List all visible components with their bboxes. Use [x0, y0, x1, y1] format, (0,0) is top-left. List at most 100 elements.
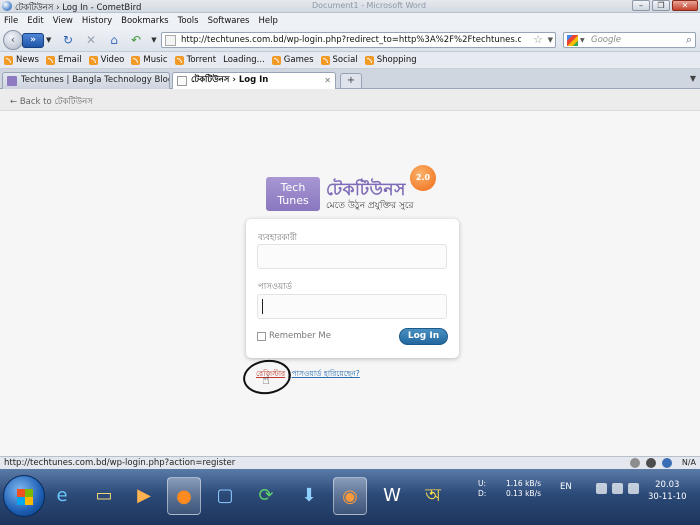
tab-login[interactable]: টেকটিউনস › Log In ✕ [172, 72, 336, 89]
windows-logo-icon [17, 489, 33, 505]
network-icon[interactable] [612, 483, 623, 494]
window-controls: – ❐ ✕ [632, 0, 698, 11]
search-box[interactable]: ▼ Google ⌕ [563, 32, 696, 48]
logo-tagline: মেতে উঠুন প্রযুক্তির সুরে [326, 201, 414, 211]
tab-label: টেকটিউনস › Log In [191, 75, 269, 85]
text-caret [262, 299, 263, 314]
bookmark-video[interactable]: Video [88, 55, 125, 65]
remember-me[interactable]: Remember Me [257, 331, 331, 341]
cometbird-taskbar-icon[interactable]: ◉ [333, 477, 367, 515]
network-speed-meter: U: 1.16 kB/s D: 0.13 kB/s [478, 479, 541, 499]
start-button[interactable] [3, 475, 45, 517]
bookmark-news[interactable]: News [4, 55, 39, 65]
address-bar[interactable]: http://techtunes.com.bd/wp-login.php?red… [161, 32, 556, 48]
undo-close-tab-icon[interactable]: ↶ [128, 33, 144, 48]
rss-icon [271, 55, 281, 65]
menu-history[interactable]: History [82, 16, 112, 26]
stop-icon[interactable]: ✕ [83, 33, 99, 48]
close-tab-icon[interactable]: ✕ [324, 73, 331, 88]
upload-speed: 1.16 kB/s [506, 479, 542, 488]
download-speed: 0.13 kB/s [506, 489, 542, 498]
home-icon[interactable]: ⌂ [106, 33, 122, 48]
bookmark-music[interactable]: Music [131, 55, 168, 65]
file-explorer-icon[interactable]: ▭ [87, 477, 121, 515]
bookmark-email[interactable]: Email [45, 55, 82, 65]
menu-tools[interactable]: Tools [178, 16, 199, 26]
bookmark-shopping[interactable]: Shopping [364, 55, 417, 65]
bookmark-label: Games [283, 55, 314, 65]
menu-edit[interactable]: Edit [27, 16, 43, 26]
rss-icon [4, 55, 13, 65]
password-field[interactable] [257, 294, 447, 319]
media-player-icon[interactable]: ▶ [127, 477, 161, 515]
menu-file[interactable]: File [4, 16, 18, 26]
bookmark-torrent[interactable]: Torrent [174, 55, 217, 65]
techtunes-logo[interactable]: Tech Tunes টেকটিউনস মেতে উঠুন প্রযুক্তির… [266, 165, 441, 213]
bangla-keyboard-icon[interactable]: অ [416, 477, 450, 515]
tray-flag-icon[interactable] [596, 483, 607, 494]
bookmark-label: Email [57, 55, 82, 65]
lost-password-link[interactable]: পাসওয়ার্ড হারিয়েছেন? [292, 369, 360, 378]
menu-bookmarks[interactable]: Bookmarks [121, 16, 169, 26]
addon-icon[interactable] [630, 458, 640, 468]
search-icon[interactable]: ⌕ [686, 33, 692, 47]
menu-softwares[interactable]: Softwares [208, 16, 250, 26]
page-content: ← Back to টেকটিউনস Tech Tunes টেকটিউনস ম… [0, 89, 700, 456]
password-label: পাসওয়ার্ড [258, 282, 292, 292]
tab-techtunes-home[interactable]: Techtunes | Bangla Technology Bloggi... [2, 72, 170, 89]
bookmark-loading[interactable]: Loading... [0, 55, 265, 151]
bookmark-social[interactable]: Social [320, 55, 358, 65]
download-manager-icon[interactable]: ⟳ [249, 477, 283, 515]
history-dropdown-icon[interactable]: ▼ [46, 36, 51, 44]
menu-view[interactable]: View [53, 16, 73, 26]
rss-icon [174, 55, 184, 65]
search-placeholder[interactable]: Google [591, 35, 621, 45]
restore-button[interactable]: ❐ [652, 0, 670, 11]
username-label: ব্যবহারকারী [258, 233, 298, 243]
rss-icon [88, 55, 98, 65]
list-all-tabs-icon[interactable]: ▼ [690, 74, 696, 83]
document-app-icon[interactable]: ▢ [208, 477, 242, 515]
reload-icon[interactable]: ↻ [60, 33, 76, 48]
bookmark-label: Video [100, 55, 125, 65]
menu-help[interactable]: Help [258, 16, 277, 26]
language-indicator[interactable]: EN [560, 482, 572, 492]
firefox-icon[interactable]: ● [167, 477, 201, 515]
system-clock[interactable]: 20.03 30-11-10 [648, 479, 687, 503]
logo-box: Tech Tunes [266, 177, 320, 211]
remember-me-label: Remember Me [269, 331, 331, 341]
url-dropdown-icon[interactable]: ▼ [548, 36, 553, 44]
rss-icon [45, 55, 55, 65]
hand-cursor-icon: ☝ [262, 373, 270, 388]
volume-icon[interactable] [628, 483, 639, 494]
bookmark-star-icon[interactable]: ☆ [533, 33, 543, 46]
weather-icon[interactable] [662, 458, 672, 468]
menu-bar: File Edit View History Bookmarks Tools S… [0, 13, 700, 28]
new-tab-button[interactable]: + [340, 73, 362, 88]
minimize-button[interactable]: – [632, 0, 650, 11]
internet-explorer-icon[interactable]: e [45, 477, 79, 515]
title-bar: টেকটিউনস › Log In - CometBird Document1 … [0, 0, 700, 13]
username-field[interactable] [257, 244, 447, 269]
clock-time: 20.03 [655, 480, 680, 490]
back-to-site-link[interactable]: ← Back to টেকটিউনস [10, 95, 93, 109]
status-bar: http://techtunes.com.bd/wp-login.php?act… [0, 456, 700, 469]
bookmark-label: Torrent [186, 55, 217, 65]
blocker-icon[interactable] [646, 458, 656, 468]
download-arrow-icon[interactable]: ⬇ [292, 477, 326, 515]
tab-strip: Techtunes | Bangla Technology Bloggi... … [0, 69, 700, 89]
bookmark-label: Loading... [223, 55, 265, 65]
rss-icon [131, 55, 141, 65]
close-button[interactable]: ✕ [672, 0, 698, 11]
toolbar-dropdown-icon[interactable]: ▼ [146, 33, 162, 48]
google-icon[interactable] [567, 35, 578, 46]
login-button[interactable]: Log In [399, 328, 448, 345]
search-engine-dropdown-icon[interactable]: ▼ [580, 37, 585, 44]
back-button[interactable]: ‹ [3, 30, 23, 50]
remember-me-checkbox[interactable] [257, 331, 266, 341]
bookmark-games[interactable]: Games [271, 55, 314, 65]
rss-icon [364, 55, 374, 65]
url-text[interactable]: http://techtunes.com.bd/wp-login.php?red… [181, 35, 521, 45]
word-icon[interactable]: W [375, 477, 409, 515]
forward-button[interactable]: » [22, 33, 44, 48]
